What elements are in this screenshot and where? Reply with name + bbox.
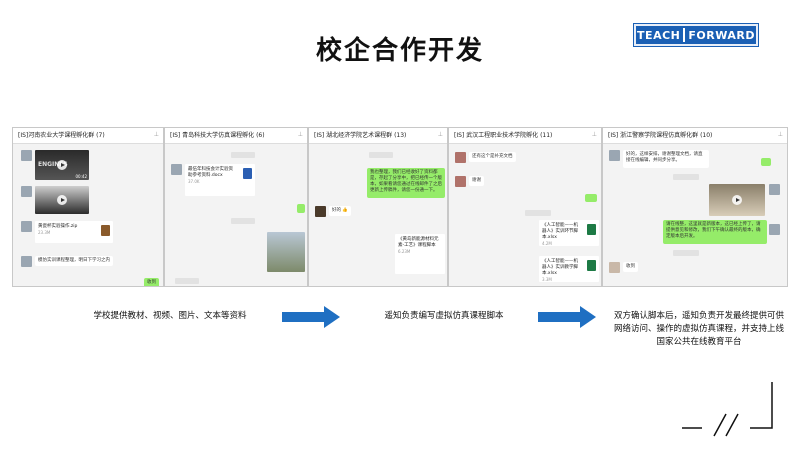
avatar — [609, 150, 620, 161]
decorative-slash-lines — [682, 382, 773, 437]
file-name: 《人工智能——机器人》实训环节脚本.xlsx — [542, 223, 578, 240]
step-2-text: 遥知负责编写虚拟仿真课程脚本 — [384, 311, 504, 321]
message-bubble: 模仿实训课程整理，明日下学习之内 — [35, 256, 113, 266]
play-icon[interactable] — [57, 160, 67, 170]
excel-file-icon — [587, 224, 596, 235]
chat-panel-wuhan: [IS] 武汉工程职业技术学院孵化 (11) ⊥ 还有这个是补充文档 谢谢 《人… — [448, 127, 602, 287]
file-name: 《黄岛新能源材料元素-工艺》课程脚本 — [398, 237, 439, 248]
play-icon[interactable] — [732, 195, 742, 205]
timestamp-divider — [369, 152, 393, 158]
file-size: 6.23M — [398, 249, 411, 254]
play-icon[interactable] — [57, 195, 67, 205]
chat-message: ENGINES 00:42 — [21, 150, 89, 180]
timestamp-divider — [673, 250, 699, 256]
file-message[interactable]: 黄瓷杯实验操作.zip 23.3M — [35, 221, 113, 243]
my-reply-bubble — [585, 194, 597, 202]
file-name: 《人工智能——机器人》实训教学脚本.xlsx — [542, 259, 578, 276]
file-size: 37.0K — [188, 179, 200, 184]
file-size: 3.3M — [542, 277, 552, 282]
video-duration: 00:42 — [75, 174, 87, 179]
logo-text-teach: TEACH — [637, 28, 681, 42]
my-message-bubble: 请在线整，这里就是新版本，这已经上传了，请提供意见和修改，我们下午确认最终的版本… — [663, 220, 767, 244]
chat-message: 谢谢 — [455, 176, 484, 187]
avatar — [21, 221, 32, 232]
file-message[interactable]: 最伍年科技会计实验资助参考资料.docx 37.0K — [185, 164, 255, 196]
chat-panel-title: [IS] 浙江警察学院课程仿真孵化群 (10) — [603, 128, 787, 144]
timestamp-divider — [175, 278, 199, 284]
step-1-text: 学校提供教材、视频、图片、文本等资料 — [93, 311, 247, 321]
file-size: 4.2M — [542, 241, 552, 246]
chat-message: 收到 — [609, 262, 638, 273]
chat-screenshots-strip: [IS]河南农业大学课程孵化群 (7) ⊥ ENGINES 00:42 黄瓷杯实… — [12, 127, 788, 287]
my-reply-bubble — [297, 204, 305, 213]
step-3-text: 双方确认脚本后，遥知负责开发最终提供可供网络访问、操作的虚拟仿真课程，并支持上线… — [614, 311, 785, 347]
file-message[interactable]: 《人工智能——机器人》实训环节脚本.xlsx 4.2M — [539, 220, 599, 246]
avatar — [769, 224, 780, 235]
flow-arrow-icon — [538, 306, 596, 328]
chat-message: 好的，这样安排，谢谢整理文档，请直接在线编辑，并同步分享。 — [609, 150, 709, 168]
avatar — [21, 150, 32, 161]
avatar — [21, 186, 32, 197]
my-reply-bubble: 收到 — [144, 278, 159, 286]
file-message[interactable]: 《人工智能——机器人》实训教学脚本.xlsx 3.3M — [539, 256, 599, 282]
chat-panel-zhejiang: [IS] 浙江警察学院课程仿真孵化群 (10) ⊥ 好的，这样安排，谢谢整理文档… — [602, 127, 788, 287]
avatar — [455, 176, 466, 187]
my-message-bubble: 我也整理，我们已经收好了资料都是，存起了分享中，把已经传一个版本，如果看请您通过… — [367, 168, 445, 198]
pin-icon: ⊥ — [777, 131, 783, 138]
chat-panel-qingdao: [IS] 青岛科技大学仿真课程孵化 (6) ⊥ 最伍年科技会计实验资助参考资料.… — [164, 127, 308, 287]
word-file-icon — [243, 168, 252, 179]
chat-message: 好的 👍 — [315, 206, 352, 217]
teachforward-logo: TEACH FORWARD — [634, 24, 758, 46]
avatar — [609, 262, 620, 273]
file-name: 最伍年科技会计实验资助参考资料.docx — [188, 167, 233, 178]
message-bubble: 好的，这样安排，谢谢整理文档，请直接在线编辑，并同步分享。 — [623, 150, 709, 168]
message-bubble: 收到 — [623, 262, 638, 272]
pin-icon: ⊥ — [591, 131, 597, 138]
chat-message: 还有这个是补充文档 — [455, 152, 516, 163]
chat-panel-title: [IS] 青岛科技大学仿真课程孵化 (6) — [165, 128, 307, 144]
pin-icon: ⊥ — [437, 131, 443, 138]
my-reply-bubble — [761, 158, 771, 166]
video-message[interactable] — [35, 186, 89, 214]
avatar — [21, 256, 32, 267]
flow-arrow-icon — [282, 306, 340, 328]
message-bubble: 还有这个是补充文档 — [469, 152, 516, 162]
chat-message: 黄瓷杯实验操作.zip 23.3M — [21, 221, 113, 243]
timestamp-divider — [231, 218, 255, 224]
timestamp-divider — [231, 152, 255, 158]
chat-panel-title: [IS] 武汉工程职业技术学院孵化 (11) — [449, 128, 601, 144]
pin-icon: ⊥ — [297, 131, 303, 138]
file-message[interactable]: 《黄岛新能源材料元素-工艺》课程脚本 6.23M — [395, 234, 445, 274]
timestamp-divider — [673, 174, 699, 180]
chat-message: 最伍年科技会计实验资助参考资料.docx 37.0K — [171, 164, 255, 196]
excel-file-icon — [587, 260, 596, 271]
chat-panel-hubei: [IS] 湖北经济学院艺术课程群 (13) ⊥ 我也整理，我们已经收好了资料都是… — [308, 127, 448, 287]
message-bubble: 谢谢 — [469, 176, 484, 186]
video-message[interactable] — [709, 184, 765, 216]
video-message[interactable]: ENGINES 00:42 — [35, 150, 89, 180]
image-message[interactable] — [267, 232, 305, 272]
avatar — [315, 206, 326, 217]
timestamp-divider — [525, 210, 551, 216]
logo-separator — [683, 28, 686, 42]
chat-message — [21, 186, 89, 214]
logo-text-forward: FORWARD — [688, 28, 755, 42]
message-bubble: 好的 👍 — [329, 206, 352, 216]
chat-panel-title: [IS] 湖北经济学院艺术课程群 (13) — [309, 128, 447, 144]
chat-panel-title: [IS]河南农业大学课程孵化群 (7) — [13, 128, 163, 144]
avatar — [769, 184, 780, 195]
pin-icon: ⊥ — [153, 131, 159, 138]
file-size: 23.3M — [38, 230, 51, 235]
avatar — [171, 164, 182, 175]
avatar — [455, 152, 466, 163]
zip-file-icon — [101, 225, 110, 236]
chat-message: 模仿实训课程整理，明日下学习之内 — [21, 256, 113, 267]
chat-panel-henan: [IS]河南农业大学课程孵化群 (7) ⊥ ENGINES 00:42 黄瓷杯实… — [12, 127, 164, 287]
